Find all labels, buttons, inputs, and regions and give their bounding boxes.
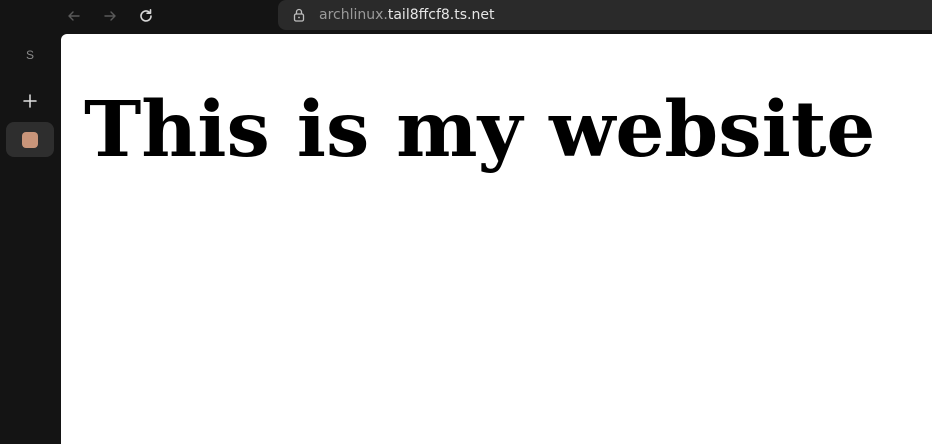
plus-icon — [23, 94, 37, 108]
browser-window: archlinux.tail8ffcf8.ts.net S This is my… — [0, 0, 932, 444]
favicon-icon — [22, 131, 38, 148]
lock-icon[interactable] — [292, 7, 306, 23]
arrow-right-icon — [104, 11, 116, 21]
tab-sidebar: S — [0, 32, 60, 444]
url-domain: tail8ffcf8.ts.net — [387, 7, 495, 23]
reload-button[interactable] — [133, 3, 159, 29]
url-subdomain: archlinux. — [319, 7, 388, 23]
web-content: This is my website — [61, 34, 932, 444]
page-heading: This is my website — [84, 85, 876, 175]
sidebar-tab-active[interactable] — [6, 122, 54, 157]
new-tab-button[interactable] — [16, 87, 44, 115]
arrow-left-icon — [68, 11, 80, 21]
reload-icon — [140, 9, 152, 22]
space-label[interactable]: S — [0, 48, 60, 62]
back-button[interactable] — [61, 3, 87, 29]
url-text: archlinux.tail8ffcf8.ts.net — [319, 7, 494, 23]
browser-toolbar: archlinux.tail8ffcf8.ts.net — [0, 0, 932, 32]
forward-button[interactable] — [97, 3, 123, 29]
address-bar[interactable]: archlinux.tail8ffcf8.ts.net — [278, 0, 932, 30]
